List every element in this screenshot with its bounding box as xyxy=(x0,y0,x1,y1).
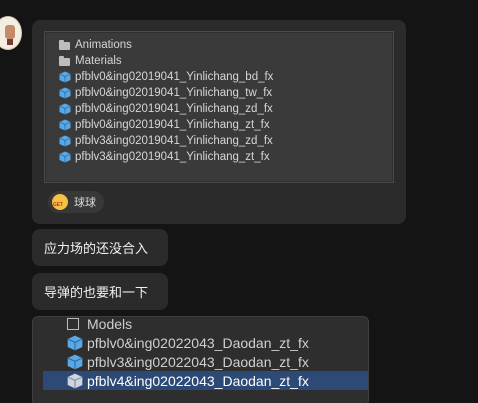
list-item: Animations xyxy=(59,37,273,53)
file-name: Materials xyxy=(75,55,122,67)
file-name: pfblv0&ing02022043_Daodan_zt_fx xyxy=(87,334,309,351)
file-list: Models pfblv0&ing02022043_Daodan_zt_fx p… xyxy=(43,316,368,390)
list-item: pfblv3&ing02022043_Daodan_zt_fx xyxy=(43,352,368,371)
prefab-icon xyxy=(67,335,83,350)
reaction-label: 球球 xyxy=(74,197,96,209)
reaction-chip[interactable]: GET 球球 xyxy=(48,191,104,213)
list-item: pfblv0&ing02019041_Yinlichang_zt_fx xyxy=(59,117,273,133)
message-bubble-text[interactable]: 导弹的也要和一下 xyxy=(32,273,168,310)
file-name: pfblv0&ing02019041_Yinlichang_bd_fx xyxy=(75,71,274,83)
list-item: pfblv0&ing02019041_Yinlichang_zd_fx xyxy=(59,101,273,117)
file-name: pfblv0&ing02019041_Yinlichang_zd_fx xyxy=(75,103,273,115)
file-list: Animations Materials pfblv0&ing02019041_… xyxy=(59,37,273,165)
prefab-icon xyxy=(59,119,71,131)
chat-window: Animations Materials pfblv0&ing02019041_… xyxy=(0,0,478,403)
file-name: pfblv4&ing02022043_Daodan_zt_fx xyxy=(87,372,309,389)
folder-outline-icon xyxy=(67,317,79,330)
message-bubble-screenshot[interactable]: Models pfblv0&ing02022043_Daodan_zt_fx p… xyxy=(32,316,369,403)
prefab-icon xyxy=(67,354,83,369)
list-item: pfblv3&ing02019041_Yinlichang_zd_fx xyxy=(59,133,273,149)
message-bubble-text[interactable]: 应力场的还没合入 xyxy=(32,229,168,266)
emoji-get-icon: GET xyxy=(52,194,68,210)
list-item: pfblv0&ing02022043_Daodan_zt_fx xyxy=(43,333,368,352)
screenshot-image[interactable]: Animations Materials pfblv0&ing02019041_… xyxy=(44,31,394,183)
prefab-icon xyxy=(67,373,83,388)
prefab-icon xyxy=(59,151,71,163)
message-text: 应力场的还没合入 xyxy=(44,241,149,256)
file-name: pfblv3&ing02019041_Yinlichang_zd_fx xyxy=(75,135,273,147)
prefab-icon xyxy=(59,135,71,147)
user-avatar[interactable] xyxy=(0,16,22,50)
list-item: pfblv0&ing02019041_Yinlichang_bd_fx xyxy=(59,69,273,85)
list-item: pfblv3&ing02019041_Yinlichang_zt_fx xyxy=(59,149,273,165)
file-name: pfblv3&ing02019041_Yinlichang_zt_fx xyxy=(75,151,270,163)
file-name: pfblv0&ing02019041_Yinlichang_zt_fx xyxy=(75,119,270,131)
prefab-icon xyxy=(59,71,71,83)
message-text: 导弹的也要和一下 xyxy=(44,285,149,300)
list-item: pfblv0&ing02019041_Yinlichang_tw_fx xyxy=(59,85,273,101)
file-name: pfblv0&ing02019041_Yinlichang_tw_fx xyxy=(75,87,273,99)
file-name: pfblv3&ing02022043_Daodan_zt_fx xyxy=(87,353,309,370)
folder-icon xyxy=(59,55,71,67)
list-item: Materials xyxy=(59,53,273,69)
list-item: Models xyxy=(43,316,368,333)
prefab-icon xyxy=(59,87,71,99)
file-name: Animations xyxy=(75,39,132,51)
folder-icon xyxy=(59,39,71,51)
list-item-selected: pfblv4&ing02022043_Daodan_zt_fx xyxy=(43,371,368,390)
prefab-icon xyxy=(59,103,71,115)
file-name: Models xyxy=(87,316,133,332)
